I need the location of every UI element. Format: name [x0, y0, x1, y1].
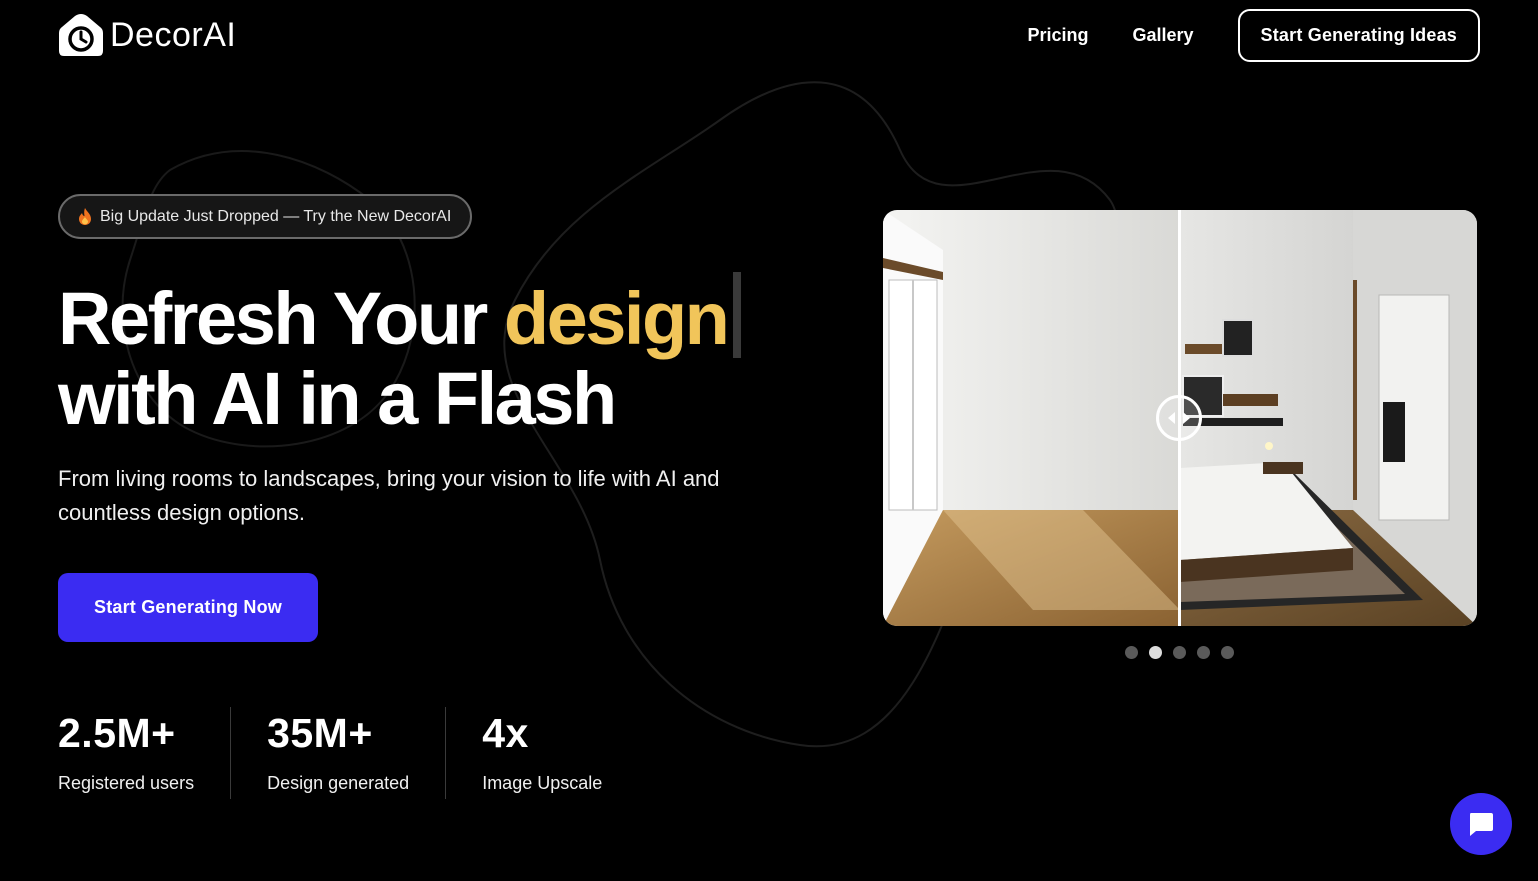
start-generating-now-button[interactable]: Start Generating Now — [58, 573, 318, 642]
stat-divider — [230, 707, 232, 799]
nav-link-gallery[interactable]: Gallery — [1132, 25, 1193, 46]
stats-row: 2.5M+ Registered users 35M+ Design gener… — [58, 707, 602, 799]
brand-logo[interactable]: DecorAI — [58, 13, 236, 57]
carousel-dot[interactable] — [1125, 646, 1138, 659]
stat-value: 2.5M+ — [58, 710, 176, 756]
landing-page: DecorAI Pricing Gallery Start Generating… — [0, 0, 1538, 881]
hero-headline: Refresh Your design with AI in a Flash — [58, 272, 742, 440]
carousel-dot[interactable] — [1173, 646, 1186, 659]
main-nav: Pricing Gallery Start Generating Ideas — [1027, 8, 1480, 62]
nav-link-pricing[interactable]: Pricing — [1027, 25, 1088, 46]
stat-label: Image Upscale — [482, 773, 603, 793]
stat-image-upscale: 4x Image Upscale — [482, 707, 602, 799]
slider-handle[interactable] — [1156, 395, 1202, 441]
brand-name: DecorAI — [110, 15, 237, 54]
chat-button[interactable] — [1450, 793, 1512, 855]
carousel-dots — [1125, 646, 1234, 659]
fire-icon — [79, 208, 91, 225]
stat-designs-generated: 35M+ Design generated — [267, 707, 409, 799]
before-after-slider[interactable] — [883, 210, 1477, 626]
stat-value: 4x — [482, 710, 529, 756]
stat-label: Design generated — [267, 773, 410, 793]
hero-subtext: From living rooms to landscapes, bring y… — [58, 466, 720, 525]
stat-registered-users: 2.5M+ Registered users — [58, 707, 194, 799]
headline-line1-start: Refresh Your — [58, 277, 504, 360]
chat-bubble-icon — [1470, 813, 1493, 836]
stat-divider — [445, 707, 447, 799]
site-header: DecorAI Pricing Gallery Start Generating… — [58, 8, 1480, 62]
start-generating-ideas-button[interactable]: Start Generating Ideas — [1237, 8, 1480, 62]
headline-line2: with AI in a Flash — [58, 357, 617, 440]
camera-clock-icon — [59, 14, 103, 56]
carousel-dot-active[interactable] — [1149, 646, 1162, 659]
stat-label: Registered users — [58, 773, 195, 793]
typing-caret — [733, 272, 742, 358]
carousel-dot[interactable] — [1197, 646, 1210, 659]
update-badge[interactable]: Big Update Just Dropped — Try the New De… — [58, 194, 472, 239]
carousel-dot[interactable] — [1221, 646, 1234, 659]
left-right-arrows-icon — [1168, 412, 1190, 424]
headline-accent-word: design — [503, 277, 730, 360]
stat-value: 35M+ — [267, 710, 373, 756]
update-badge-text: Big Update Just Dropped — Try the New De… — [100, 207, 452, 225]
